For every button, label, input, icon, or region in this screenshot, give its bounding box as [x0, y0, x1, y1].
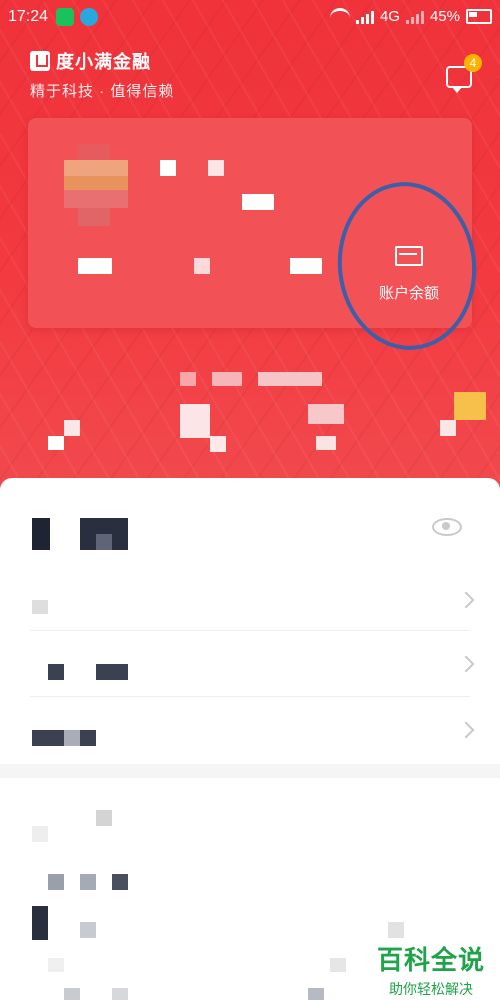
- watermark-title: 百科全说: [376, 945, 485, 975]
- app-notification-icon: [80, 8, 98, 26]
- masked-amount: [96, 534, 112, 550]
- battery-icon: [466, 9, 492, 24]
- wifi-icon: [329, 8, 350, 25]
- mosaic-block: [64, 176, 128, 190]
- mosaic-block: [48, 436, 64, 450]
- messages-button[interactable]: 4: [446, 54, 482, 93]
- mosaic-block: [78, 208, 110, 226]
- brand-header: 度小满金融 精于科技 · 值得信赖: [30, 48, 174, 101]
- brand-slogan: 精于科技 · 值得信赖: [30, 83, 175, 100]
- network-type: 4G: [379, 8, 400, 25]
- battery-percentage: 45%: [429, 8, 460, 25]
- masked-label: [32, 730, 64, 746]
- status-right: 4G 45%: [329, 8, 492, 25]
- mosaic-block: [440, 420, 456, 436]
- mosaic-block: [242, 194, 274, 210]
- mosaic-block: [212, 372, 242, 386]
- mosaic-block: [308, 988, 324, 1000]
- watermark-subtitle: 助你轻松解决: [389, 981, 473, 997]
- masked-label: [80, 730, 96, 746]
- section-separator: [0, 764, 500, 778]
- mosaic-block: [64, 420, 80, 436]
- mosaic-block: [208, 160, 224, 176]
- mosaic-block: [290, 258, 322, 274]
- mosaic-block: [64, 988, 80, 1000]
- mosaic-block: [258, 372, 322, 386]
- mosaic-block: [316, 436, 336, 450]
- mosaic-block: [96, 810, 112, 826]
- masked-label: [64, 730, 80, 746]
- signal-icon: [405, 10, 424, 24]
- mosaic-block: [180, 404, 210, 438]
- masked-label: [96, 664, 128, 680]
- divider: [30, 696, 470, 697]
- mosaic-block: [388, 922, 404, 938]
- mosaic-block: [48, 958, 64, 972]
- list-item[interactable]: [0, 572, 500, 630]
- mosaic-block: [32, 906, 48, 940]
- mosaic-block: [32, 826, 48, 842]
- masked-label: [32, 600, 48, 614]
- brand-logo-icon: [30, 51, 50, 71]
- mosaic-block: [454, 392, 486, 420]
- app-notification-icon: [56, 8, 74, 26]
- mosaic-block: [194, 258, 210, 274]
- mosaic-block: [112, 988, 128, 1000]
- mosaic-block: [180, 372, 196, 386]
- chevron-right-icon: [457, 655, 475, 673]
- list-item[interactable]: [0, 632, 500, 696]
- mosaic-block: [308, 404, 344, 424]
- mosaic-block: [78, 258, 112, 274]
- status-time: 17:24: [8, 8, 49, 25]
- chevron-right-icon: [457, 721, 475, 739]
- masked-amount: [32, 518, 50, 550]
- mosaic-block: [64, 160, 128, 176]
- brand-name: 度小满金融: [56, 52, 151, 72]
- mosaic-block: [160, 160, 176, 176]
- signal-icon: [355, 10, 374, 24]
- divider: [30, 630, 470, 631]
- mosaic-block: [64, 190, 128, 208]
- mosaic-block: [330, 958, 346, 972]
- chevron-right-icon: [457, 591, 475, 609]
- watermark: 百科全说 助你轻松解决: [372, 940, 490, 999]
- mosaic-block: [48, 874, 64, 890]
- mosaic-block: [210, 436, 226, 452]
- mosaic-block: [80, 874, 96, 890]
- message-count-badge: 4: [464, 54, 482, 72]
- mosaic-block: [112, 874, 128, 890]
- eye-icon[interactable]: [432, 518, 462, 536]
- list-item[interactable]: [0, 698, 500, 762]
- status-bar: 17:24 4G 45%: [0, 0, 500, 34]
- mosaic-block: [80, 922, 96, 938]
- masked-label: [48, 664, 64, 680]
